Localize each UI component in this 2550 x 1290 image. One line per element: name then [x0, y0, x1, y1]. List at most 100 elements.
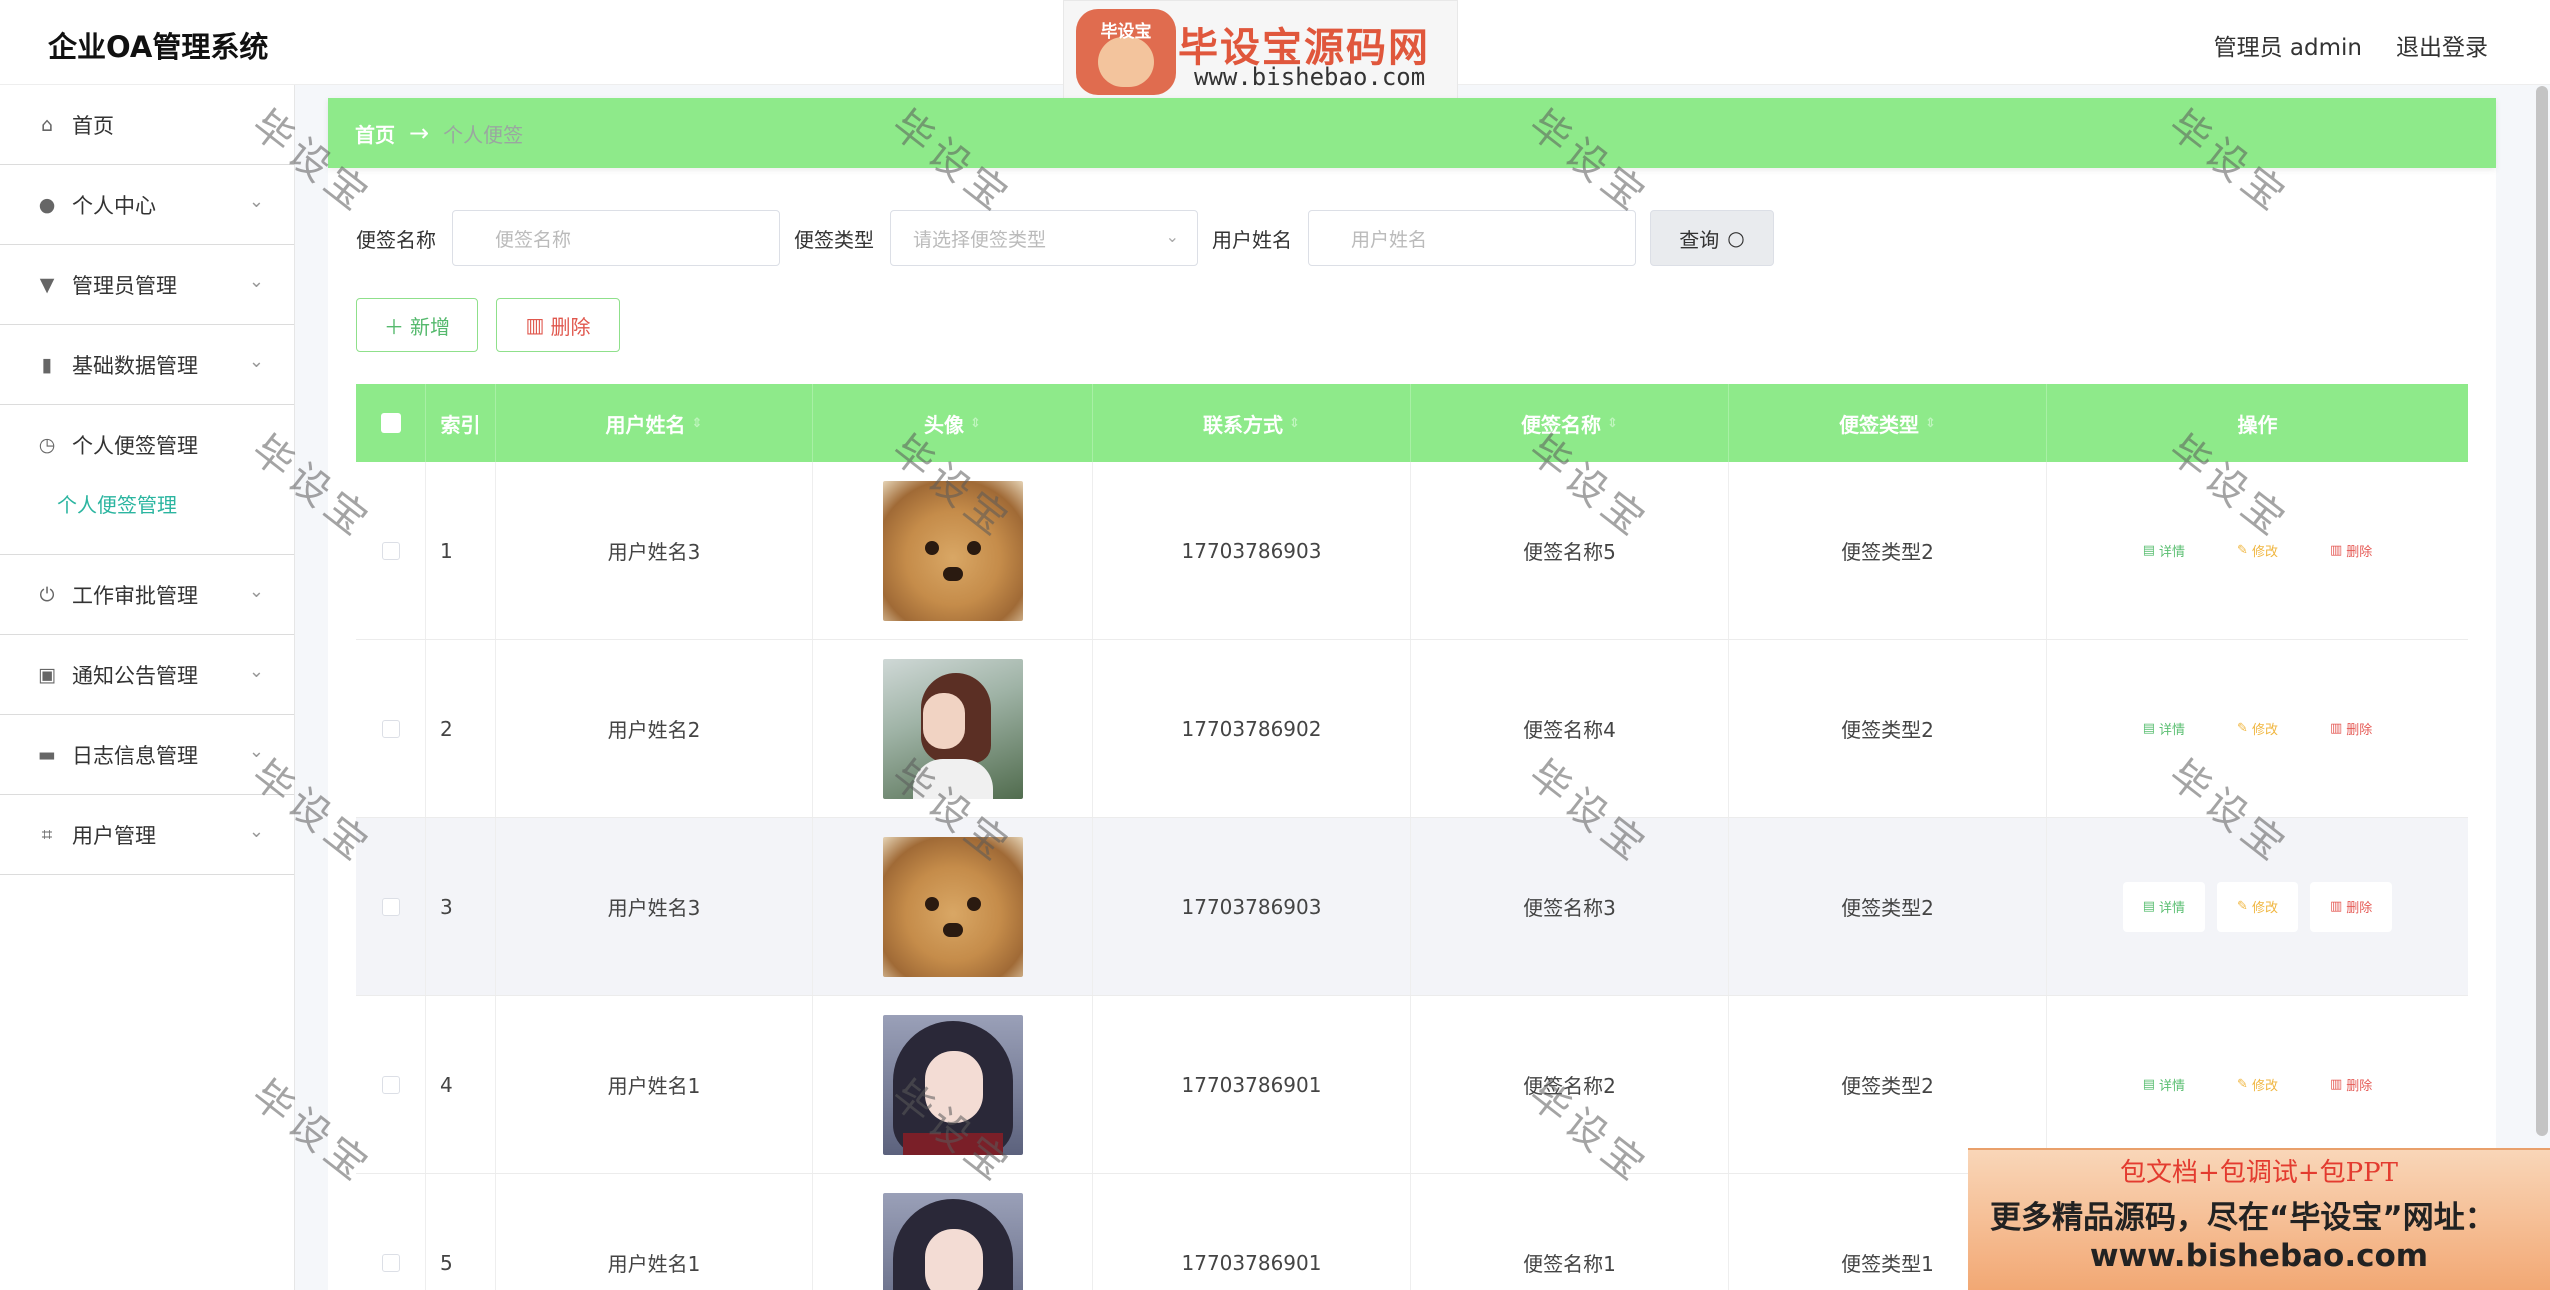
sort-icon[interactable]: ⇕	[970, 416, 981, 431]
edit-button[interactable]: ✎修改	[2217, 881, 2298, 932]
remove-button[interactable]: ▥删除	[2310, 1060, 2392, 1110]
sidebar-item-notes-management[interactable]: ◷ 个人便签管理	[0, 405, 294, 485]
chevron-down-icon: ⌄	[248, 821, 264, 842]
sidebar-subitem-notes[interactable]: 个人便签管理	[0, 485, 294, 535]
remove-button[interactable]: ▥删除	[2310, 704, 2392, 754]
trash-icon: ▥	[525, 313, 545, 337]
sort-icon[interactable]: ⇕	[692, 416, 703, 431]
sidebar-item-label: 个人中心	[72, 193, 156, 218]
trash-icon: ▥	[2329, 543, 2343, 558]
remove-label: 删除	[2346, 901, 2373, 916]
row-checkbox[interactable]	[381, 719, 400, 738]
add-button[interactable]: ＋ 新增	[356, 298, 478, 352]
user-name-label: 用户姓名	[1212, 227, 1292, 252]
page-scrollbar[interactable]	[2536, 86, 2548, 1136]
row-checkbox[interactable]	[381, 541, 400, 560]
remove-button[interactable]: ▥删除	[2310, 526, 2392, 576]
detail-button[interactable]: ▤详情	[2122, 881, 2206, 932]
delete-button-label: 删除	[550, 314, 591, 339]
breadcrumb: 首页 → 个人便签	[328, 98, 2496, 168]
cell-avatar	[813, 996, 1093, 1173]
promo-banner: 包文档+包调试+包PPT 更多精品源码，尽在“毕设宝”网址： www.bishe…	[1968, 1148, 2550, 1290]
chevron-down-icon: ⌄	[248, 271, 264, 292]
pencil-icon: ✎	[2237, 899, 2248, 914]
row-checkbox[interactable]	[381, 897, 400, 916]
document-icon: ▤	[2142, 721, 2156, 736]
remove-button[interactable]: ▥删除	[2309, 881, 2393, 932]
detail-button[interactable]: ▤详情	[2123, 526, 2205, 576]
avatar	[882, 836, 1023, 977]
chevron-down-icon: ⌄	[248, 581, 264, 602]
cell-avatar	[813, 640, 1093, 817]
header-contact[interactable]: 联系方式 ⇕	[1093, 384, 1411, 462]
header-user-name[interactable]: 用户姓名 ⇕	[496, 384, 813, 462]
delete-button[interactable]: ▥ 删除	[496, 298, 620, 352]
breadcrumb-home[interactable]: 首页	[355, 119, 395, 148]
sidebar-item-logs[interactable]: ▬ 日志信息管理 ⌄	[0, 715, 294, 795]
header-label: 用户姓名	[605, 412, 686, 437]
table-header: 索引 用户姓名 ⇕ 头像 ⇕ 联系方式 ⇕ 便签名称 ⇕ 便签类型 ⇕ 操作	[356, 384, 2468, 462]
cell-user-name: 用户姓名3	[496, 462, 813, 639]
edit-button[interactable]: ✎修改	[2217, 1060, 2298, 1110]
sidebar-item-announcements[interactable]: ▣ 通知公告管理 ⌄	[0, 635, 294, 715]
chat-icon: ▬	[38, 743, 56, 766]
crop-icon: ⌗	[41, 823, 53, 846]
row-checkbox[interactable]	[381, 1253, 400, 1272]
logo-badge-text: 毕设宝	[1100, 22, 1152, 42]
detail-button[interactable]: ▤详情	[2123, 704, 2205, 754]
table-row: 2 用户姓名2 17703786902 便签名称4 便签类型2 ▤ 详情 ✎ 修改 ▥ 删除	[356, 640, 2468, 818]
sort-icon[interactable]: ⇕	[1607, 416, 1618, 431]
detail-label: 详情	[2159, 901, 2186, 916]
cell-user-name: 用户姓名2	[496, 640, 813, 817]
select-all-checkbox[interactable]	[380, 413, 401, 433]
note-type-select[interactable]: 请选择便签类型 ⌄	[890, 210, 1198, 266]
sidebar-item-admin-management[interactable]: ▼ 管理员管理 ⌄	[0, 245, 294, 325]
sidebar-item-home[interactable]: ⌂ 首页	[0, 85, 294, 165]
cell-contact: 17703786901	[1093, 1174, 1411, 1290]
edit-label: 修改	[2251, 1079, 2278, 1094]
sidebar-item-users[interactable]: ⌗ 用户管理 ⌄	[0, 795, 294, 875]
cell-contact: 17703786902	[1093, 640, 1411, 817]
query-button[interactable]: 查询 ○	[1650, 210, 1774, 266]
cell-contact: 17703786903	[1093, 462, 1411, 639]
chevron-down-icon: ⌄	[248, 661, 264, 682]
header-user-area: 管理员 admin 退出登录	[2214, 28, 2488, 62]
sort-icon[interactable]: ⇕	[1289, 416, 1300, 431]
edit-label: 修改	[2251, 901, 2278, 916]
row-checkbox[interactable]	[381, 1075, 400, 1094]
note-name-input[interactable]: 便签名称	[452, 210, 780, 266]
detail-button[interactable]: ▤详情	[2123, 1060, 2205, 1110]
detail-label: 详情	[2159, 545, 2186, 560]
header-label: 便签名称	[1521, 412, 1602, 437]
sort-icon[interactable]: ⇕	[1925, 416, 1936, 431]
pencil-icon: ✎	[2237, 721, 2248, 736]
detail-label: 详情	[2159, 1079, 2186, 1094]
query-button-label: 查询	[1679, 227, 1720, 252]
user-name-input[interactable]: 用户姓名	[1308, 210, 1636, 266]
header-note-type[interactable]: 便签类型 ⇕	[1729, 384, 2047, 462]
header-avatar[interactable]: 头像 ⇕	[813, 384, 1093, 462]
edit-button[interactable]: ✎修改	[2217, 526, 2298, 576]
logout-link[interactable]: 退出登录	[2396, 28, 2488, 62]
clock-icon: ◷	[38, 434, 56, 456]
sidebar-item-label: 日志信息管理	[72, 743, 198, 768]
sidebar-item-personal-center[interactable]: ● 个人中心 ⌄	[0, 165, 294, 245]
cell-index: 3	[426, 818, 496, 995]
cell-note-name: 便签名称3	[1411, 818, 1729, 995]
document-icon: ▤	[2142, 899, 2156, 914]
cell-avatar	[813, 1174, 1093, 1290]
header-note-name[interactable]: 便签名称 ⇕	[1411, 384, 1729, 462]
cell-note-name: 便签名称2	[1411, 996, 1729, 1173]
cell-note-type: 便签类型2	[1729, 818, 2047, 995]
select-all-cell	[356, 384, 426, 462]
cell-index: 2	[426, 640, 496, 817]
admin-label[interactable]: 管理员 admin	[2214, 28, 2362, 62]
power-icon: ⏻	[39, 583, 55, 606]
chevron-down-icon: ⌄	[248, 351, 264, 372]
remove-label: 删除	[2346, 545, 2373, 560]
sidebar-item-label: 用户管理	[72, 823, 156, 848]
breadcrumb-current: 个人便签	[443, 122, 524, 147]
sidebar-item-approval[interactable]: ⏻ 工作审批管理 ⌄	[0, 555, 294, 635]
sidebar-item-basic-data[interactable]: ▮ 基础数据管理 ⌄	[0, 325, 294, 405]
edit-button[interactable]: ✎修改	[2217, 704, 2298, 754]
